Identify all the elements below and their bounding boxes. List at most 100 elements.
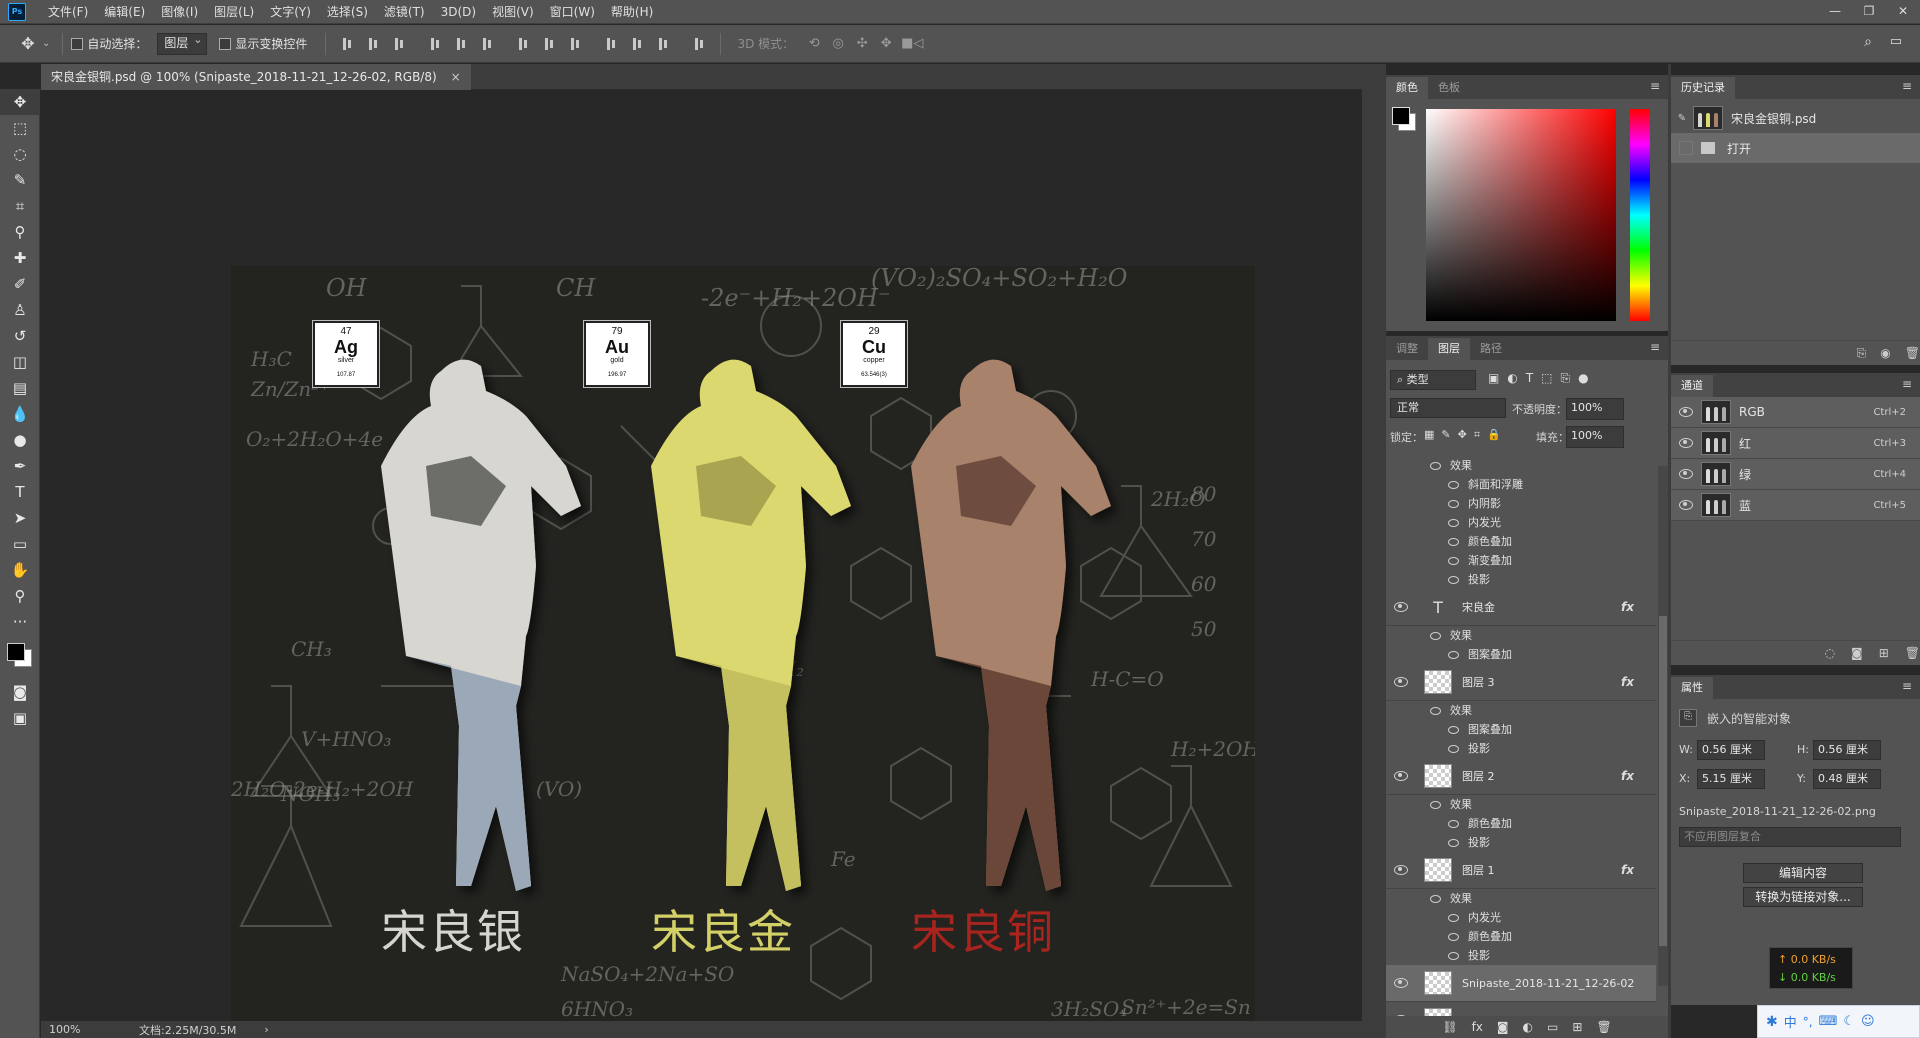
quick-select-tool-icon[interactable]: ✎: [0, 167, 40, 193]
menu-item[interactable]: 选择(S): [319, 0, 376, 24]
lock-transparency-icon[interactable]: ▦: [1424, 428, 1434, 442]
effects-group[interactable]: 效果: [1386, 889, 1656, 908]
layers-scrollbar[interactable]: [1658, 466, 1668, 986]
edit-contents-button[interactable]: 编辑内容: [1743, 863, 1863, 883]
dodge-tool-icon[interactable]: ●: [0, 427, 40, 453]
3d-camera-icon[interactable]: ■◁: [901, 35, 923, 53]
effect-visibility-icon[interactable]: [1448, 576, 1459, 584]
effect-item[interactable]: 颜色叠加: [1386, 927, 1656, 946]
layer-visibility-eye-icon[interactable]: [1394, 978, 1408, 988]
ime-skin-icon[interactable]: ☺: [1861, 1014, 1875, 1029]
effect-item[interactable]: 内发光: [1386, 908, 1656, 927]
x-input[interactable]: 5.15 厘米: [1697, 769, 1765, 789]
ime-moon-icon[interactable]: ☾: [1843, 1014, 1855, 1029]
tab-layers[interactable]: 图层: [1428, 338, 1470, 360]
ime-punctuation[interactable]: °,: [1803, 1015, 1813, 1029]
hand-tool-icon[interactable]: ✋: [0, 557, 40, 583]
smart-filter-icon[interactable]: ⎘: [1561, 371, 1571, 386]
layer-comp-dropdown[interactable]: 不应用图层复合: [1679, 827, 1901, 847]
effect-visibility-icon[interactable]: [1448, 839, 1459, 847]
align-bottom-icon[interactable]: [390, 35, 408, 53]
panel-menu-icon[interactable]: ≡: [1650, 79, 1660, 93]
effects-group[interactable]: 效果: [1386, 626, 1656, 645]
align-top-icon[interactable]: [338, 35, 356, 53]
color-field[interactable]: [1426, 109, 1616, 321]
3d-roll-icon[interactable]: ◎: [829, 35, 847, 53]
ime-paw-icon[interactable]: ✱: [1766, 1014, 1778, 1030]
search-icon[interactable]: ⌕: [1864, 34, 1872, 50]
status-menu-arrow[interactable]: ›: [264, 1023, 268, 1036]
show-transform-checkbox[interactable]: [219, 37, 232, 50]
effect-item[interactable]: 颜色叠加: [1386, 532, 1656, 551]
tab-paths[interactable]: 路径: [1470, 338, 1512, 360]
align-left-icon[interactable]: [426, 35, 444, 53]
move-tool-icon[interactable]: ✥: [0, 89, 40, 115]
menu-item[interactable]: 图层(L): [206, 0, 262, 24]
effect-item[interactable]: 图案叠加: [1386, 645, 1656, 664]
layer-row[interactable]: T 宋良金 fx: [1386, 589, 1656, 626]
hue-slider[interactable]: [1630, 109, 1650, 321]
shape-filter-icon[interactable]: ⬚: [1541, 371, 1552, 386]
type-tool-icon[interactable]: T: [0, 479, 40, 505]
crop-tool-icon[interactable]: ⌗: [0, 193, 40, 219]
new-layer-icon[interactable]: ⊞: [1572, 1020, 1582, 1034]
delete-channel-icon[interactable]: 🗑: [1905, 646, 1920, 660]
ime-chinese-mode[interactable]: 中: [1784, 1012, 1797, 1031]
layer-row[interactable]: 图层 1 fx: [1386, 852, 1656, 889]
effect-visibility-icon[interactable]: [1430, 632, 1441, 640]
layer-fx-icon[interactable]: fx: [1621, 863, 1634, 877]
dist-right-icon[interactable]: [654, 35, 672, 53]
delete-state-icon[interactable]: 🗑: [1905, 346, 1920, 360]
document-tab[interactable]: 宋良金银铜.psd @ 100% (Snipaste_2018-11-21_12…: [41, 64, 471, 90]
align-hcenter-icon[interactable]: [452, 35, 470, 53]
document-canvas[interactable]: OH CH -2e⁻+H₂+2OH⁻ (VO₂)₂SO₄+SO₂+H₂O Zn/Zn²⁺…: [231, 266, 1255, 1034]
effect-visibility-icon[interactable]: [1448, 952, 1459, 960]
effects-group[interactable]: 效果: [1386, 701, 1656, 720]
dist-hcenter-icon[interactable]: [628, 35, 646, 53]
effect-visibility-icon[interactable]: [1448, 745, 1459, 753]
zoom-level[interactable]: 100%: [49, 1023, 119, 1036]
3d-slide-icon[interactable]: ✥: [877, 35, 895, 53]
layer-fx-icon[interactable]: fx: [1621, 675, 1634, 689]
link-layers-icon[interactable]: ⛓: [1442, 1020, 1457, 1034]
auto-select-dropdown[interactable]: 图层: [157, 31, 208, 55]
dist-left-icon[interactable]: [602, 35, 620, 53]
layer-row[interactable]: 图层 3 fx: [1386, 664, 1656, 701]
visibility-eye-icon[interactable]: [1679, 500, 1693, 510]
height-input[interactable]: 0.56 厘米: [1813, 740, 1881, 760]
effect-item[interactable]: 渐变叠加: [1386, 551, 1656, 570]
canvas-workspace[interactable]: OH CH -2e⁻+H₂+2OH⁻ (VO₂)₂SO₄+SO₂+H₂O Zn/Zn²⁺…: [41, 91, 1362, 1034]
visibility-eye-icon[interactable]: [1679, 469, 1693, 479]
layer-visibility-eye-icon[interactable]: [1394, 677, 1408, 687]
gradient-tool-icon[interactable]: ▤: [0, 375, 40, 401]
new-group-icon[interactable]: ▭: [1547, 1020, 1558, 1034]
layer-row[interactable]: Snipaste_2018-11-21_12-26-02: [1386, 965, 1656, 1002]
align-vcenter-icon[interactable]: [364, 35, 382, 53]
add-style-icon[interactable]: fx: [1472, 1020, 1483, 1034]
effect-visibility-icon[interactable]: [1448, 933, 1459, 941]
screen-mode-icon[interactable]: ▣: [0, 705, 40, 731]
panel-menu-icon[interactable]: ≡: [1650, 340, 1660, 354]
filter-toggle-icon[interactable]: ●: [1578, 371, 1588, 386]
restore-icon[interactable]: ❐: [1852, 0, 1886, 24]
ime-keyboard-icon[interactable]: ⌨: [1819, 1014, 1838, 1029]
blur-tool-icon[interactable]: 💧: [0, 401, 40, 427]
minimize-icon[interactable]: —: [1818, 0, 1852, 24]
dist-bottom-icon[interactable]: [566, 35, 584, 53]
layer-filter-dropdown[interactable]: ⌕ 类型: [1390, 370, 1476, 390]
brush-tool-icon[interactable]: ✐: [0, 271, 40, 297]
lock-artboard-icon[interactable]: ⌗: [1474, 428, 1480, 442]
dist-vcenter-icon[interactable]: [540, 35, 558, 53]
effect-visibility-icon[interactable]: [1430, 707, 1441, 715]
lock-pixels-icon[interactable]: ✎: [1441, 428, 1450, 442]
lasso-tool-icon[interactable]: ◌: [0, 141, 40, 167]
lock-position-icon[interactable]: ✥: [1458, 428, 1467, 442]
convert-to-linked-button[interactable]: 转换为链接对象...: [1743, 887, 1863, 907]
layer-visibility-eye-icon[interactable]: [1394, 865, 1408, 875]
menu-item[interactable]: 图像(I): [153, 0, 206, 24]
dist-top-icon[interactable]: [514, 35, 532, 53]
save-selection-icon[interactable]: ◙: [1851, 646, 1863, 660]
tool-preset-chevron-icon[interactable]: ⌄: [42, 38, 50, 49]
clone-stamp-tool-icon[interactable]: ♙: [0, 297, 40, 323]
new-document-from-state-icon[interactable]: ⎘: [1857, 346, 1867, 361]
